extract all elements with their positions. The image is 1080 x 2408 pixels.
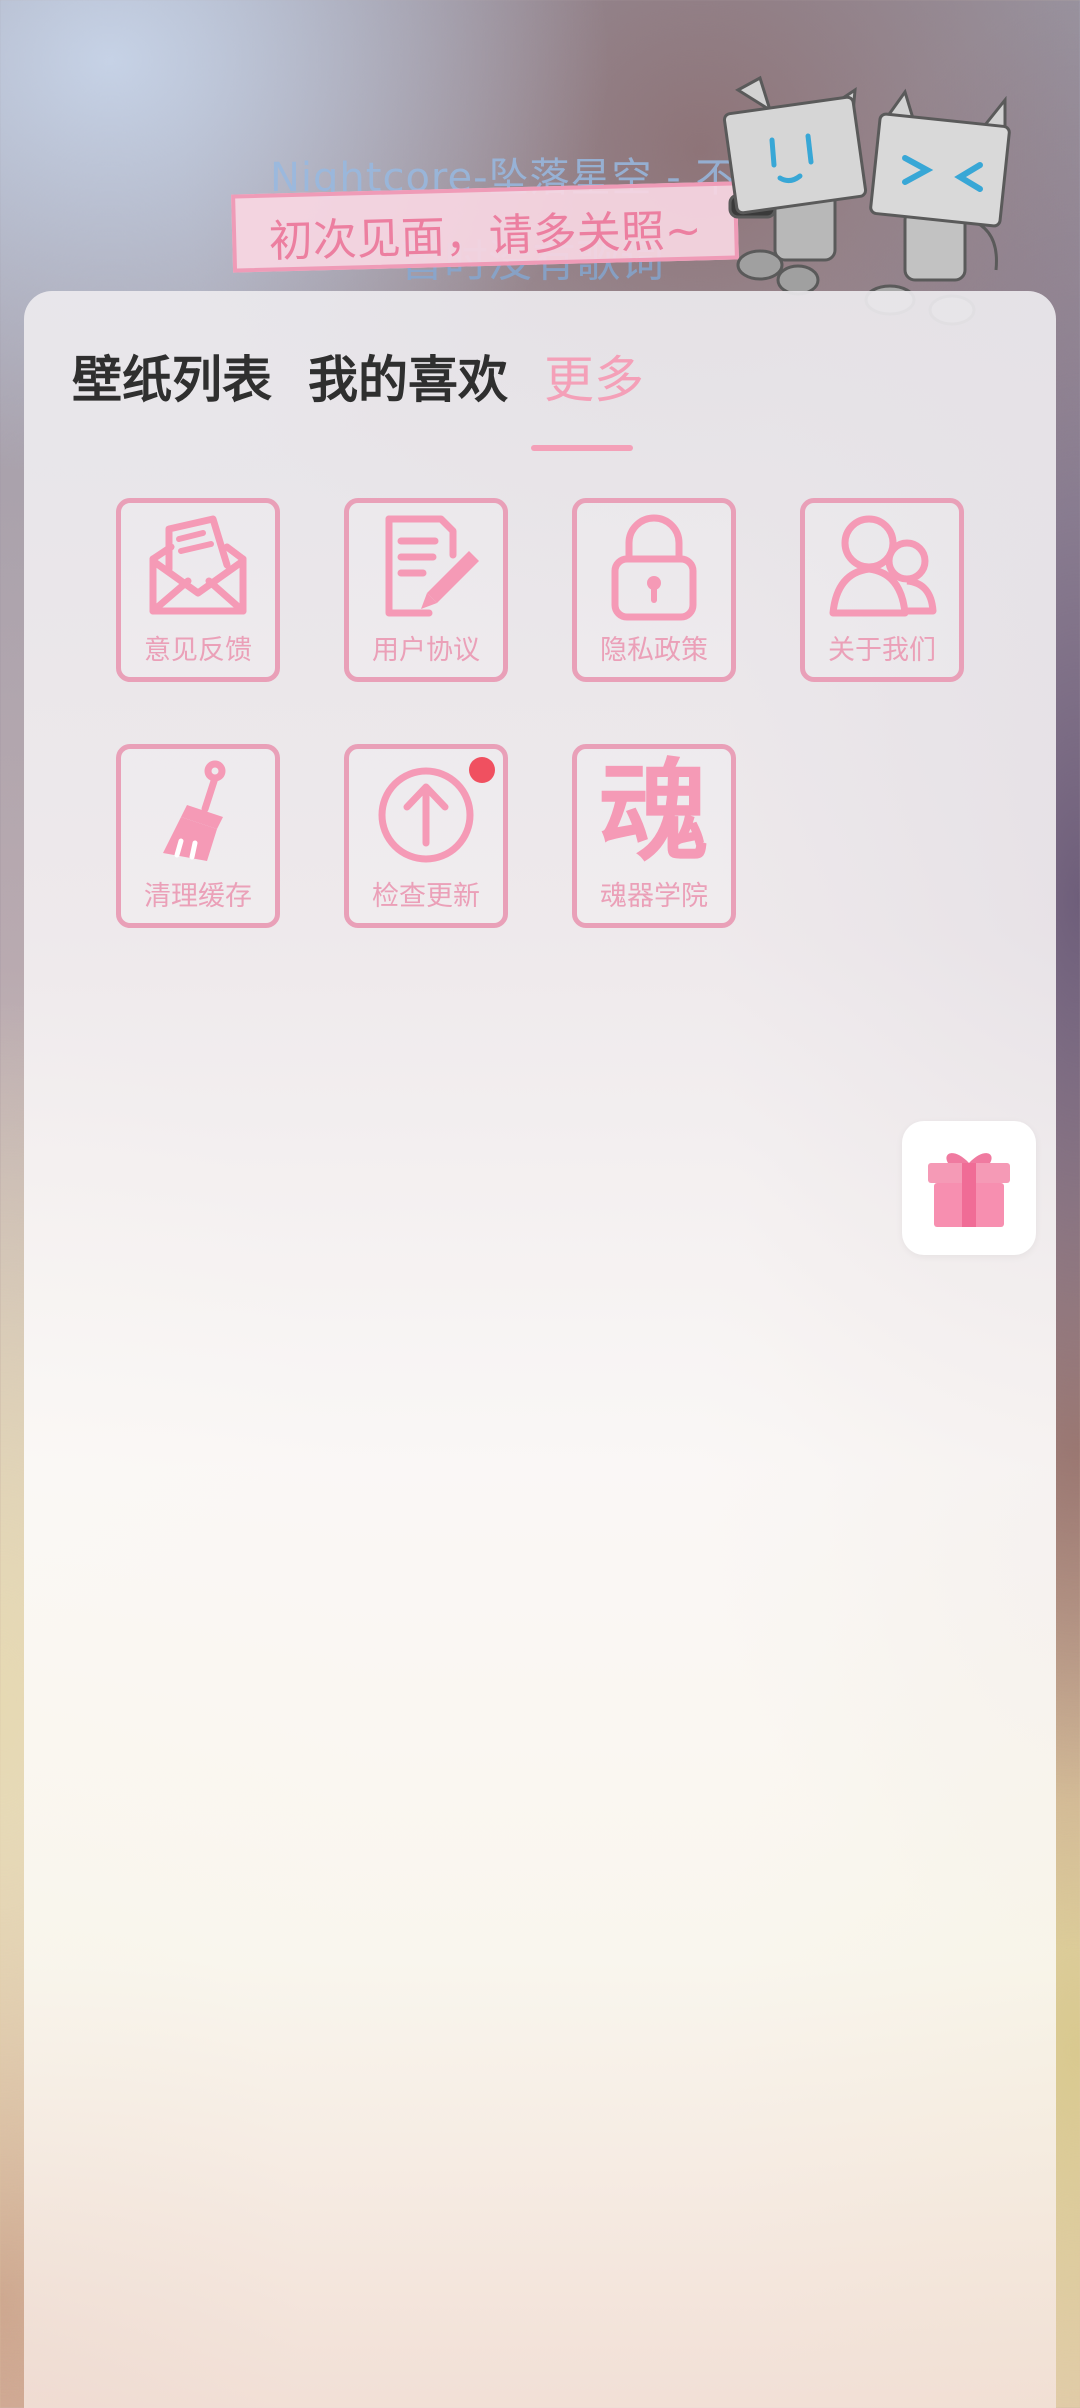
about-us-label: 关于我们 [828,635,936,666]
greeting-text: 初次见面，请多关照~ [268,205,703,268]
clear-cache-label: 清理缓存 [144,881,252,912]
update-badge [469,757,495,783]
check-update-label: 检查更新 [372,881,480,912]
user-agreement-button[interactable]: 用户协议 [344,498,508,682]
privacy-policy-button[interactable]: 隐私政策 [572,498,736,682]
brush-icon [163,760,226,861]
user-agreement-label: 用户协议 [372,635,480,666]
people-icon [829,515,937,617]
main-card: 壁纸列表 我的喜欢 更多 意见反馈 用户协议 隐私政策 关于我们 清理缓存 检查… [24,291,1056,2408]
greeting-banner: 初次见面，请多关照~ [231,181,739,273]
envelope-icon [149,515,247,615]
privacy-policy-label: 隐私政策 [600,635,708,666]
more-menu-grid: 意见反馈 用户协议 隐私政策 关于我们 清理缓存 检查更新 魂 魂器学院 [24,291,1056,991]
document-pen-icon [385,515,479,617]
about-us-button[interactable]: 关于我们 [800,498,964,682]
check-update-button[interactable]: 检查更新 [344,744,508,928]
soul-academy-button[interactable]: 魂 魂器学院 [572,744,736,928]
feedback-button[interactable]: 意见反馈 [116,498,280,682]
soul-character-icon: 魂 [599,748,709,876]
soul-academy-label: 魂器学院 [600,881,708,912]
clear-cache-button[interactable]: 清理缓存 [116,744,280,928]
gift-icon [928,1153,1010,1227]
gift-button[interactable] [902,1121,1036,1255]
header-banner: Nightcore-坠落星空 - 不知 暂时没有歌词 初次见面，请多关照~ [0,0,1080,330]
upload-arrow-icon [378,767,474,863]
lock-icon [611,514,697,621]
feedback-label: 意见反馈 [144,635,252,666]
